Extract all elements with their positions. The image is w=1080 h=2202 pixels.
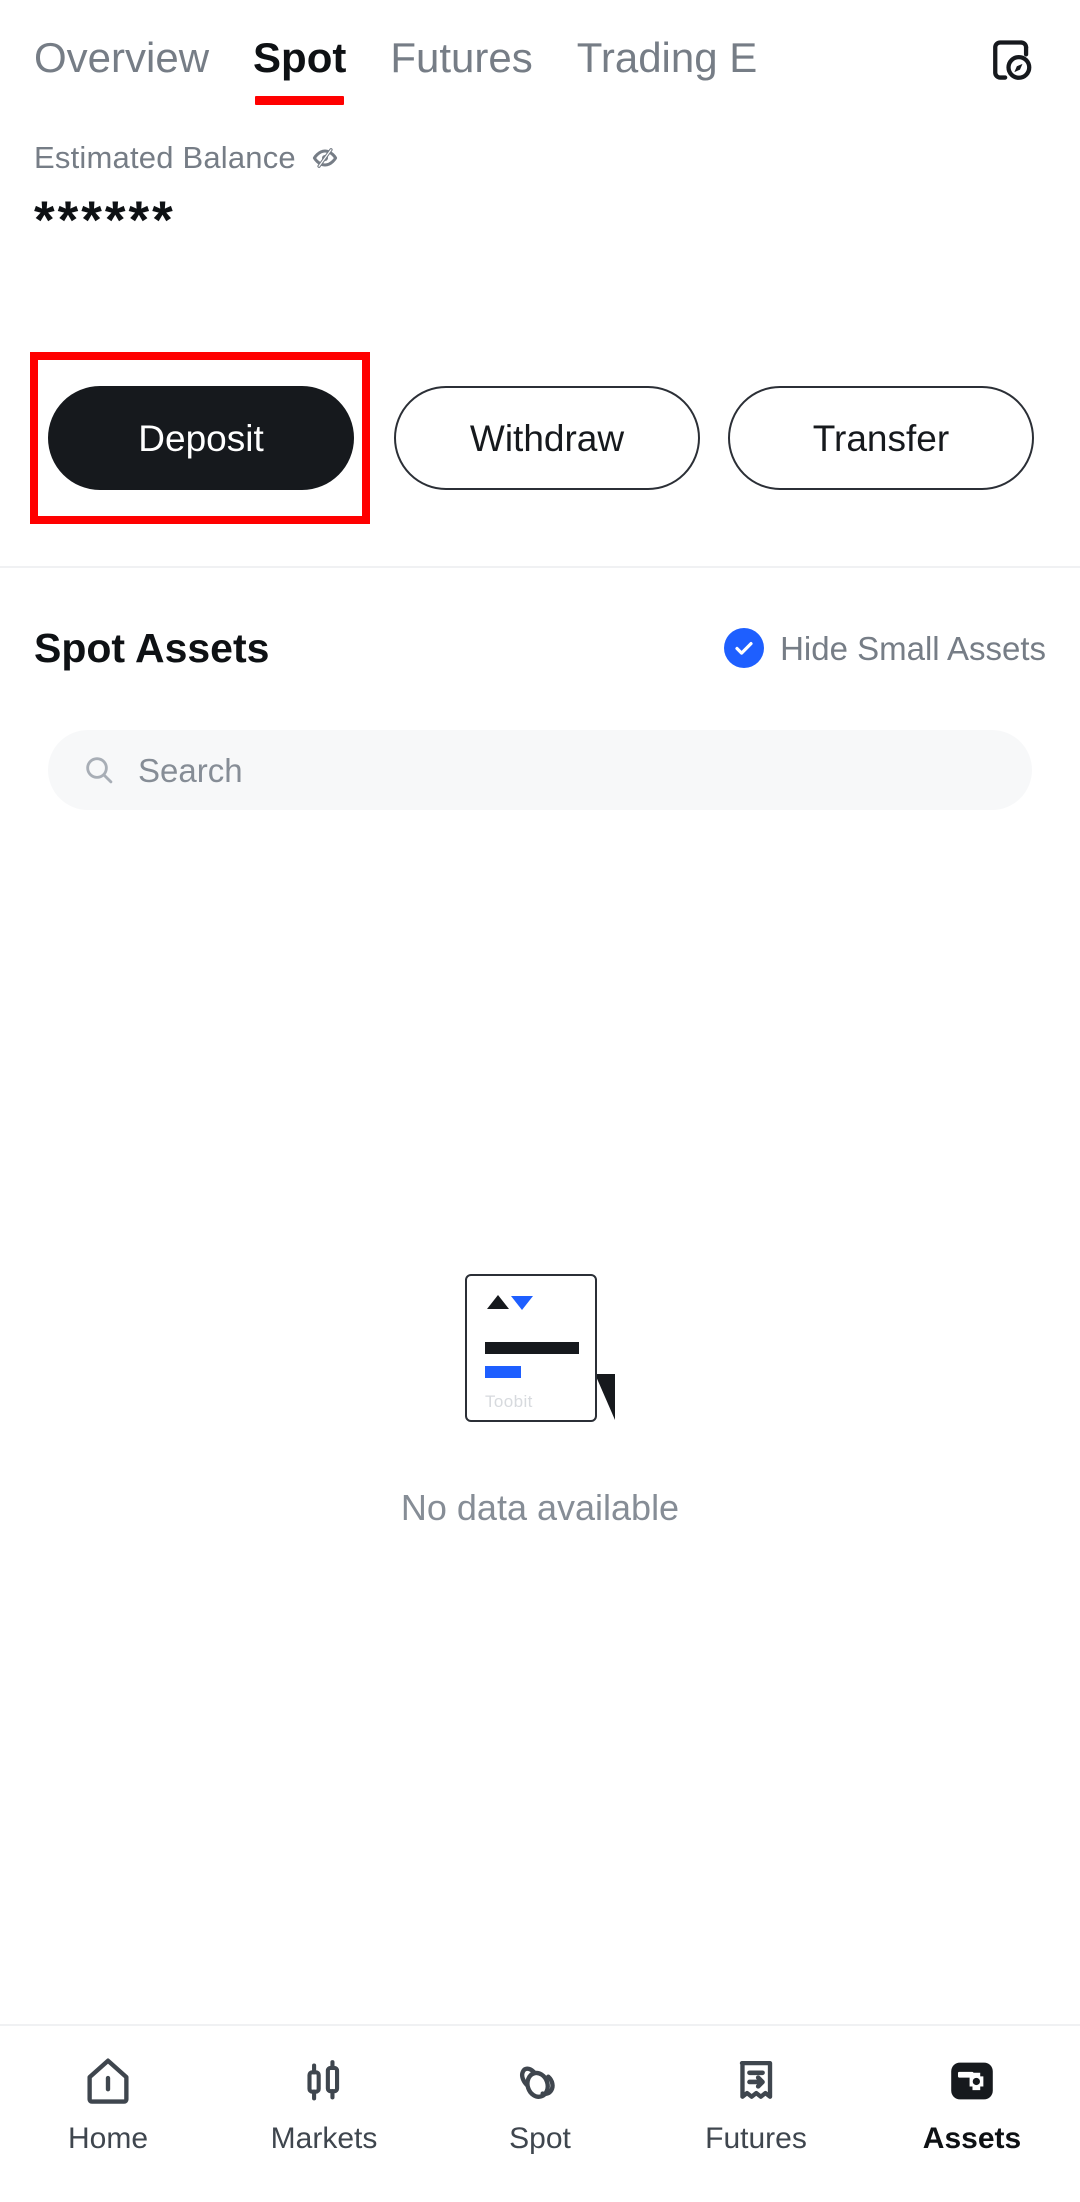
estimated-balance-label: Estimated Balance	[34, 140, 296, 175]
placeholder-bar-dark	[485, 1342, 579, 1354]
tab-futures-label: Futures	[390, 34, 533, 81]
triangle-down-icon	[511, 1296, 533, 1310]
asset-search-field[interactable]: Search	[48, 730, 1032, 810]
tab-spot[interactable]: Spot	[253, 34, 347, 105]
hide-small-assets-checkbox[interactable]	[724, 628, 765, 668]
trend-triangles	[487, 1294, 533, 1310]
nav-label-spot: Spot	[509, 2122, 571, 2155]
order-history-icon[interactable]	[984, 33, 1038, 87]
nav-item-markets[interactable]: Markets	[216, 2052, 432, 2154]
tab-trading-e-label: Trading E	[576, 34, 758, 81]
top-tab-bar: Overview Spot Futures Trading E	[0, 0, 1080, 120]
nav-item-spot[interactable]: Spot	[432, 2052, 648, 2154]
nav-label-home: Home	[67, 2122, 149, 2155]
account-actions: Deposit Withdraw Transfer	[0, 352, 1080, 524]
check-icon	[735, 642, 753, 655]
empty-state-card: Toobit	[465, 1274, 597, 1422]
transfer-button-label: Transfer	[812, 417, 950, 459]
hide-small-assets-label: Hide Small Assets	[780, 629, 1046, 667]
eye-off-icon[interactable]	[310, 143, 340, 173]
nav-item-futures[interactable]: Futures	[648, 2052, 864, 2154]
nav-item-assets[interactable]: Assets	[864, 2052, 1080, 2154]
illustration-brand-label: Toobit	[485, 1392, 533, 1411]
nav-label-markets: Markets	[270, 2122, 378, 2155]
asset-search-placeholder: Search	[138, 751, 243, 789]
section-divider	[0, 566, 1080, 568]
search-icon	[86, 757, 113, 784]
tab-trading-e[interactable]: Trading E	[577, 37, 758, 83]
empty-state-illustration: Toobit	[465, 1270, 615, 1426]
candlestick-icon	[307, 2060, 340, 2101]
tab-overview-label: Overview	[34, 34, 210, 81]
transfer-button[interactable]: Transfer	[728, 386, 1034, 490]
estimated-balance-label-row: Estimated Balance	[34, 140, 340, 176]
estimated-balance-value: ******	[34, 191, 176, 250]
nav-label-futures: Futures	[705, 2122, 807, 2155]
tab-active-underline	[255, 96, 345, 105]
home-icon	[87, 2058, 129, 2104]
tab-spot-label: Spot	[253, 34, 347, 81]
spot-assets-header: Spot Assets Hide Small Assets	[0, 620, 1080, 676]
spot-swirl-icon	[519, 2066, 555, 2099]
tab-futures[interactable]: Futures	[390, 37, 532, 83]
spot-assets-title: Spot Assets	[34, 624, 270, 671]
withdraw-button[interactable]: Withdraw	[394, 386, 700, 490]
receipt-arrow-icon	[739, 2060, 773, 2099]
hide-small-assets-toggle[interactable]: Hide Small Assets	[724, 628, 1046, 668]
tab-overview[interactable]: Overview	[34, 37, 209, 83]
deposit-button-label: Deposit	[138, 417, 264, 459]
nav-label-assets: Assets	[922, 2122, 1022, 2155]
placeholder-bar-accent	[485, 1366, 521, 1378]
empty-state: Toobit No data available	[0, 1270, 1080, 1526]
deposit-button[interactable]: Deposit	[48, 386, 354, 490]
triangle-up-icon	[487, 1295, 509, 1309]
nav-item-home[interactable]: Home	[0, 2052, 216, 2154]
withdraw-button-label: Withdraw	[469, 417, 625, 459]
wallet-icon	[951, 2062, 993, 2100]
empty-state-message: No data available	[400, 1487, 680, 1528]
page-fold-shape	[595, 1374, 615, 1420]
estimated-balance-block: Estimated Balance ******	[34, 140, 340, 247]
bottom-navigation: Home Markets Spot Futures Assets	[0, 2024, 1080, 2202]
